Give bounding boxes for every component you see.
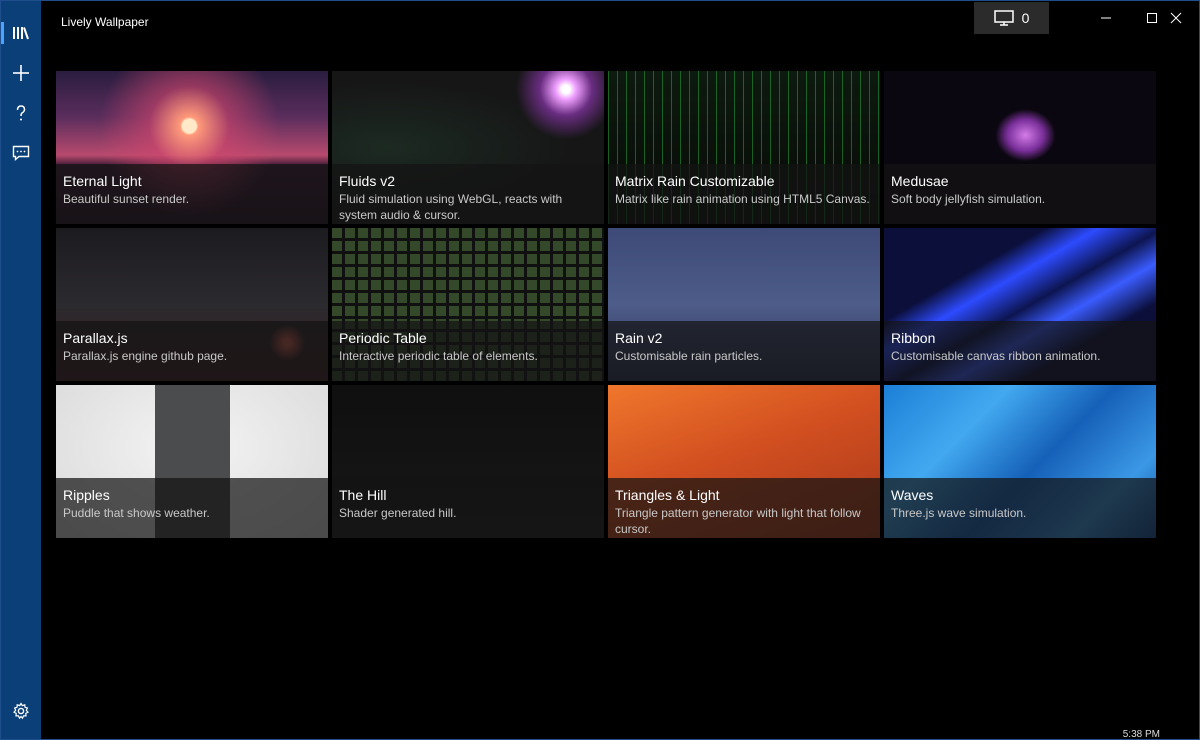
tile-caption: Matrix Rain Customizable Matrix like rai… — [608, 164, 880, 224]
sidebar-item-feedback[interactable] — [1, 133, 41, 173]
tile-caption: Triangles & Light Triangle pattern gener… — [608, 478, 880, 538]
minimize-button[interactable] — [1083, 2, 1129, 34]
sidebar-item-add[interactable] — [1, 53, 41, 93]
wallpaper-tile[interactable]: Periodic Table Interactive periodic tabl… — [332, 228, 604, 381]
wallpaper-tile[interactable]: Triangles & Light Triangle pattern gener… — [608, 385, 880, 538]
monitor-icon — [993, 10, 1014, 26]
tile-caption: Ribbon Customisable canvas ribbon animat… — [884, 321, 1156, 381]
wallpaper-tile[interactable]: Parallax.js Parallax.js engine github pa… — [56, 228, 328, 381]
tile-caption: Medusae Soft body jellyfish simulation. — [884, 164, 1156, 224]
tile-title: Ripples — [63, 487, 110, 503]
tile-description: Fluid simulation using WebGL, reacts wit… — [339, 192, 563, 222]
tile-caption: The Hill Shader generated hill. — [332, 478, 604, 538]
wallpaper-tile[interactable]: Medusae Soft body jellyfish simulation. — [884, 71, 1156, 224]
tile-title: Rain v2 — [615, 330, 663, 346]
tile-description: Interactive periodic table of elements. — [339, 349, 538, 363]
sidebar-item-library[interactable] — [1, 13, 41, 53]
wallpaper-tile[interactable]: Fluids v2 Fluid simulation using WebGL, … — [332, 71, 604, 224]
tile-description: Shader generated hill. — [339, 506, 457, 520]
tile-description: Customisable rain particles. — [615, 349, 763, 363]
close-icon — [1170, 12, 1182, 24]
tile-title: Ribbon — [891, 330, 936, 346]
tile-title: Parallax.js — [63, 330, 128, 346]
chat-icon — [12, 145, 30, 162]
tile-description: Customisable canvas ribbon animation. — [891, 349, 1101, 363]
close-button[interactable] — [1153, 2, 1199, 34]
wallpaper-tile[interactable]: Waves Three.js wave simulation. — [884, 385, 1156, 538]
tile-title: Triangles & Light — [615, 487, 720, 503]
plus-icon — [13, 65, 29, 81]
minimize-icon — [1101, 17, 1111, 19]
tile-description: Triangle pattern generator with light th… — [615, 506, 861, 536]
tile-description: Soft body jellyfish simulation. — [891, 192, 1046, 206]
tile-title: Waves — [891, 487, 934, 503]
wallpaper-tile[interactable]: The Hill Shader generated hill. — [332, 385, 604, 538]
wallpaper-tile[interactable]: Ripples Puddle that shows weather. — [56, 385, 328, 538]
tile-caption: Eternal Light Beautiful sunset render. — [56, 164, 328, 224]
tile-caption: Parallax.js Parallax.js engine github pa… — [56, 321, 328, 381]
display-button[interactable]: 0 — [974, 2, 1049, 34]
tile-description: Matrix like rain animation using HTML5 C… — [615, 192, 870, 206]
tile-description: Puddle that shows weather. — [63, 506, 210, 520]
tile-caption: Periodic Table Interactive periodic tabl… — [332, 321, 604, 381]
sidebar — [1, 1, 41, 739]
wallpaper-tile[interactable]: Rain v2 Customisable rain particles. — [608, 228, 880, 381]
wallpaper-tile[interactable]: Matrix Rain Customizable Matrix like rai… — [608, 71, 880, 224]
gear-icon — [13, 702, 29, 720]
question-icon — [16, 105, 26, 121]
tile-description: Three.js wave simulation. — [891, 506, 1027, 520]
app-title: Lively Wallpaper — [61, 15, 149, 29]
tile-caption: Waves Three.js wave simulation. — [884, 478, 1156, 538]
title-bar: Lively Wallpaper 0 — [41, 1, 1199, 41]
taskbar-clock: 5:38 PM — [1122, 729, 1160, 740]
tile-title: The Hill — [339, 487, 387, 503]
tile-title: Medusae — [891, 173, 949, 189]
tile-title: Matrix Rain Customizable — [615, 173, 775, 189]
tile-description: Parallax.js engine github page. — [63, 349, 228, 363]
library-icon — [13, 27, 29, 40]
tile-title: Periodic Table — [339, 330, 427, 346]
tile-caption: Fluids v2 Fluid simulation using WebGL, … — [332, 164, 604, 224]
tile-description: Beautiful sunset render. — [63, 192, 190, 206]
tile-caption: Rain v2 Customisable rain particles. — [608, 321, 880, 381]
wallpaper-tile[interactable]: Ribbon Customisable canvas ribbon animat… — [884, 228, 1156, 381]
tile-title: Eternal Light — [63, 173, 142, 189]
wallpaper-tile[interactable]: Eternal Light Beautiful sunset render. — [56, 71, 328, 224]
tile-title: Fluids v2 — [339, 173, 396, 189]
settings-button[interactable] — [1, 691, 41, 731]
sidebar-item-help[interactable] — [1, 93, 41, 133]
display-count: 0 — [1021, 10, 1030, 26]
tile-caption: Ripples Puddle that shows weather. — [56, 478, 328, 538]
